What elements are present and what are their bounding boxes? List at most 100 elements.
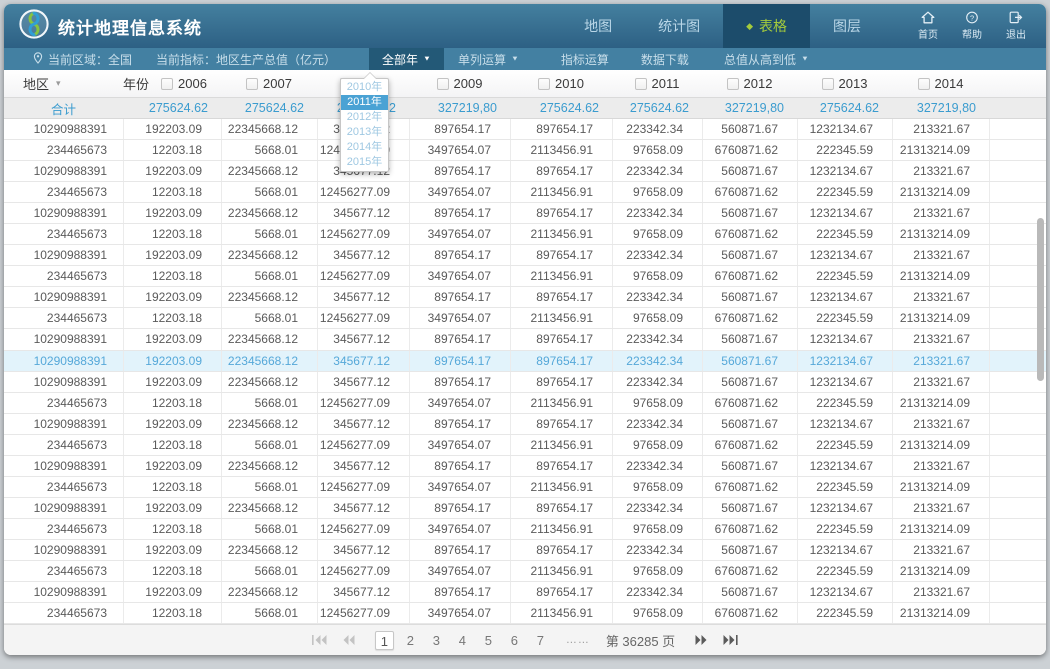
table-cell: 21313214.09 <box>892 224 989 244</box>
table-row-selected[interactable]: 10290988391192203.0922345668.12345677.12… <box>4 351 1046 372</box>
table-cell: 213321.67 <box>892 161 989 181</box>
year-checkbox[interactable] <box>822 78 834 90</box>
table-row[interactable]: 10290988391192203.0922345668.12345677.12… <box>4 498 1046 519</box>
table-cell: 192203.09 <box>123 456 221 476</box>
year-checkbox[interactable] <box>161 78 173 90</box>
table-row[interactable]: 10290988391192203.0922345668.12345677.12… <box>4 287 1046 308</box>
dropdown-option[interactable]: 2015年 <box>341 155 388 170</box>
table-cell: 21313214.09 <box>892 266 989 286</box>
table-cell: 3497654.07 <box>409 140 510 160</box>
dropdown-option[interactable]: 2013年 <box>341 125 388 140</box>
table-cell: 897654.17 <box>510 498 612 518</box>
table-cell: 560871.67 <box>702 287 797 307</box>
region-column-header[interactable]: 地区 ▾ <box>4 70 123 97</box>
table-cell: 223342.34 <box>612 119 702 139</box>
brand: 统计地理信息系统 <box>4 9 202 44</box>
table-scrollbar[interactable] <box>1037 218 1044 381</box>
page-button[interactable]: 1 <box>375 631 394 650</box>
table-row[interactable]: 23446567312203.185668.0112456277.0934976… <box>4 266 1046 287</box>
dropdown-option[interactable]: 2010年 <box>341 80 388 95</box>
nav-item-chart[interactable]: 统计图 <box>635 4 723 48</box>
table-cell: 222345.59 <box>797 603 892 623</box>
table-cell: 213321.67 <box>892 119 989 139</box>
home-button[interactable]: 首页 <box>910 11 946 41</box>
table-cell: 345677.12 <box>317 582 409 602</box>
table-cell: 234465673 <box>4 477 123 497</box>
total-cell: 275624.62 <box>221 98 317 118</box>
year-filter-button[interactable]: 全部年 ▼ <box>369 48 444 70</box>
year-checkbox[interactable] <box>635 78 647 90</box>
nav-item-layers[interactable]: 图层 <box>810 4 884 48</box>
table-row[interactable]: 10290988391192203.0922345668.12345677.12… <box>4 414 1046 435</box>
first-page-button[interactable] <box>308 634 331 646</box>
table-cell: 12203.18 <box>123 266 221 286</box>
table-cell: 192203.09 <box>123 498 221 518</box>
data-download-button[interactable]: 数据下载 <box>637 48 693 70</box>
page-button[interactable]: 4 <box>453 631 472 650</box>
table-cell: 222345.59 <box>797 308 892 328</box>
dropdown-option[interactable]: 2014年 <box>341 140 388 155</box>
nav-item-map[interactable]: 地图 <box>561 4 635 48</box>
table-cell: 97658.09 <box>612 308 702 328</box>
next-page-button[interactable] <box>691 634 711 646</box>
page-button[interactable]: 3 <box>427 631 446 650</box>
column-calc-button[interactable]: 单列运算 ▼ <box>454 48 523 70</box>
table-row[interactable]: 10290988391192203.0922345668.12345677.12… <box>4 245 1046 266</box>
table-cell: 1232134.67 <box>797 414 892 434</box>
page-button[interactable]: 5 <box>479 631 498 650</box>
table-row[interactable]: 10290988391192203.0922345668.12345677.12… <box>4 329 1046 350</box>
table-row[interactable]: 10290988391192203.0922345668.12345677.12… <box>4 582 1046 603</box>
table-row[interactable]: 10290988391192203.0922345668.12345677.12… <box>4 203 1046 224</box>
table-row[interactable]: 23446567312203.185668.0112456277.0934976… <box>4 182 1046 203</box>
page-button[interactable]: 6 <box>505 631 524 650</box>
table-row[interactable]: 10290988391192203.0922345668.12345677.12… <box>4 161 1046 182</box>
table-row[interactable]: 23446567312203.185668.0112456277.0934976… <box>4 393 1046 414</box>
table-row[interactable]: 23446567312203.185668.0112456277.0934976… <box>4 519 1046 540</box>
nav-item-table-active[interactable]: ◆ 表格 <box>723 4 810 48</box>
table-cell: 1232134.67 <box>797 540 892 560</box>
total-cell: 327219,80 <box>702 98 797 118</box>
table-cell: 192203.09 <box>123 245 221 265</box>
table-cell: 22345668.12 <box>221 498 317 518</box>
total-cell: 327219,80 <box>409 98 510 118</box>
table-cell: 213321.67 <box>892 540 989 560</box>
table-cell: 1232134.67 <box>797 372 892 392</box>
table-cell: 1232134.67 <box>797 119 892 139</box>
table-cell: 97658.09 <box>612 477 702 497</box>
table-cell: 12456277.09 <box>317 182 409 202</box>
indicator-calc-button[interactable]: 指标运算 <box>557 48 613 70</box>
table-cell: 3497654.07 <box>409 182 510 202</box>
table-row[interactable]: 23446567312203.185668.0112456277.0934976… <box>4 435 1046 456</box>
table-row[interactable]: 10290988391192203.0922345668.12345677.12… <box>4 119 1046 140</box>
table-row[interactable]: 23446567312203.185668.0112456277.0934976… <box>4 603 1046 624</box>
last-page-button[interactable] <box>719 634 742 646</box>
prev-page-button[interactable] <box>339 634 359 646</box>
table-cell: 6760871.62 <box>702 561 797 581</box>
year-checkbox[interactable] <box>727 78 739 90</box>
dropdown-option[interactable]: 2011年 <box>341 95 388 110</box>
table-row[interactable]: 23446567312203.185668.0112456277.0934976… <box>4 561 1046 582</box>
help-button[interactable]: ? 帮助 <box>954 11 990 41</box>
table-row[interactable]: 23446567312203.185668.0112456277.0934976… <box>4 308 1046 329</box>
table-cell: 10290988391 <box>4 351 123 371</box>
year-checkbox[interactable] <box>246 78 258 90</box>
table-row[interactable]: 23446567312203.185668.0112456277.0934976… <box>4 224 1046 245</box>
year-checkbox[interactable] <box>538 78 550 90</box>
table-cell: 560871.67 <box>702 582 797 602</box>
table-cell: 5668.01 <box>221 519 317 539</box>
exit-button[interactable]: 退出 <box>998 11 1034 41</box>
year-checkbox[interactable] <box>437 78 449 90</box>
page-button[interactable]: 7 <box>531 631 550 650</box>
dropdown-option[interactable]: 2012年 <box>341 110 388 125</box>
page-button[interactable]: 2 <box>401 631 420 650</box>
year-checkbox[interactable] <box>918 78 930 90</box>
table-cell: 345677.12 <box>317 203 409 223</box>
table-row[interactable]: 10290988391192203.0922345668.12345677.12… <box>4 372 1046 393</box>
table-row[interactable]: 10290988391192203.0922345668.12345677.12… <box>4 456 1046 477</box>
table-row[interactable]: 23446567312203.185668.0112456277.0934976… <box>4 477 1046 498</box>
table-cell: 192203.09 <box>123 203 221 223</box>
sort-order-button[interactable]: 总值从高到低 ▼ <box>720 48 813 70</box>
table-row[interactable]: 10290988391192203.0922345668.12345677.12… <box>4 540 1046 561</box>
table-row[interactable]: 23446567312203.185668.0112456277.0934976… <box>4 140 1046 161</box>
table-cell: 897654.17 <box>510 540 612 560</box>
